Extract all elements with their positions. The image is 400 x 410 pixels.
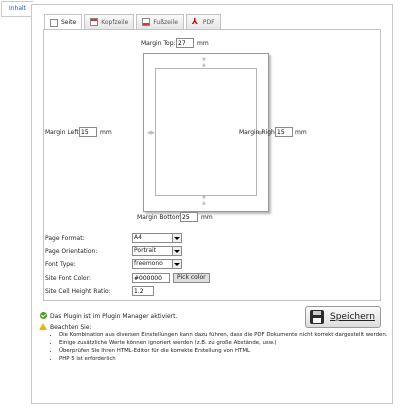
margin-top-unit: mm — [197, 40, 209, 47]
margin-bottom-input[interactable] — [180, 212, 198, 222]
tab-label: Fußzeile — [153, 18, 178, 26]
font-color-input[interactable] — [132, 273, 170, 283]
save-button[interactable]: Speichern — [305, 306, 381, 328]
margin-bottom-label: Margin Bottom: — [137, 214, 184, 221]
list-item: Einige zusätzliche Werte können ignorier… — [59, 339, 387, 347]
margin-left-label: Margin Left: — [45, 129, 81, 136]
note-heading: Beachten Sie: — [50, 324, 92, 331]
footer-icon — [142, 18, 151, 26]
save-button-label: Speichern — [330, 312, 375, 322]
tab-label: PDF — [202, 18, 215, 26]
arrow-up-icon: ▲ — [202, 200, 206, 206]
plugin-active-message: Das Plugin ist im Plugin Manager aktivie… — [50, 313, 178, 320]
warning-icon — [39, 323, 47, 330]
notes-list: Die Kombination aus diversen Einstellung… — [49, 331, 387, 363]
margin-right-unit: mm — [295, 129, 307, 136]
tab-seite[interactable]: Seite — [44, 14, 83, 30]
arrow-up-icon: ▲ — [202, 62, 206, 68]
chevron-down-icon — [172, 234, 181, 242]
pdf-icon: ⅄ — [191, 17, 198, 26]
margin-top-label: Margin Top: — [141, 40, 176, 47]
margin-bottom-unit: mm — [201, 214, 213, 221]
pick-color-button[interactable]: Pick color — [173, 273, 210, 283]
floppy-disk-icon — [310, 310, 324, 324]
select-value: A4 — [134, 234, 142, 241]
font-color-label: Site Font Color: — [45, 275, 91, 282]
page-icon — [50, 18, 58, 27]
arrow-right-icon: ▶ — [151, 130, 155, 136]
cell-height-input[interactable] — [132, 286, 154, 296]
tab-label: Seite — [61, 19, 77, 26]
margin-left-input[interactable] — [79, 127, 97, 137]
list-item: PHP 5 ist erforderlich — [59, 355, 387, 363]
tab-label: Kopfzeile — [101, 18, 129, 26]
page-orientation-label: Page Orientation: — [45, 248, 98, 255]
tab-kopfzeile[interactable]: Kopfzeile — [84, 14, 135, 29]
font-type-select[interactable]: freemono — [132, 259, 182, 269]
margin-top-input[interactable] — [176, 38, 194, 48]
margin-right-label: Margin Right: — [239, 129, 280, 136]
chevron-down-icon — [172, 260, 181, 268]
page-orientation-select[interactable]: Portrait — [132, 246, 182, 256]
margin-left-unit: mm — [100, 129, 112, 136]
select-value: Portrait — [134, 247, 157, 254]
list-item: Die Kombination aus diversen Einstellung… — [59, 331, 387, 339]
page-format-label: Page Format: — [45, 235, 85, 242]
select-value: freemono — [134, 260, 163, 267]
margin-right-input[interactable] — [275, 127, 293, 137]
check-icon — [40, 312, 47, 319]
font-type-label: Font Type: — [45, 261, 76, 268]
tab-fusszeile[interactable]: Fußzeile — [136, 14, 184, 29]
header-icon — [90, 18, 99, 26]
tab-bar: Seite Kopfzeile Fußzeile ⅄ PDF — [44, 14, 223, 30]
tab-pdf[interactable]: ⅄ PDF — [185, 14, 221, 29]
cell-height-label: Site Cell Height Ratio: — [45, 288, 111, 295]
list-item: Überprüfen Sie Ihren HTML-Editor für die… — [59, 347, 387, 355]
page-format-select[interactable]: A4 — [132, 233, 182, 243]
tab-inhalt[interactable]: Inhalt — [1, 1, 33, 17]
chevron-down-icon — [172, 247, 181, 255]
